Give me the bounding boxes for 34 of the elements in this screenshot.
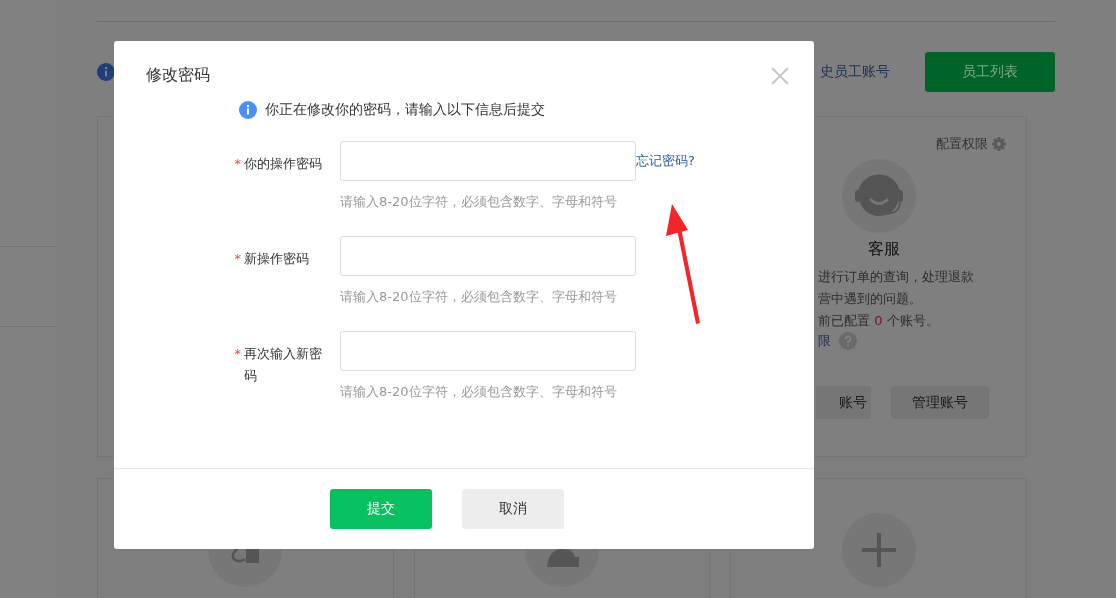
field-label: 再次输入新密码	[244, 345, 324, 385]
password-field[interactable]	[340, 331, 636, 371]
password-field[interactable]	[340, 141, 636, 181]
account-button[interactable]: 管理账号	[891, 386, 989, 419]
field-label: 你的操作密码	[244, 155, 324, 173]
dialog-title: 修改密码	[146, 65, 210, 86]
staff-list-button[interactable]: 员工列表	[925, 52, 1055, 92]
role-title: 客服	[868, 239, 901, 260]
history-staff-link[interactable]: 史员工账号	[820, 63, 890, 81]
plus-icon[interactable]	[841, 513, 916, 587]
required-asterisk: *	[234, 155, 242, 173]
headset-avatar-icon	[842, 159, 916, 233]
close-icon[interactable]	[770, 65, 790, 86]
info-icon	[239, 101, 257, 119]
required-asterisk: *	[234, 345, 242, 363]
notice-text: 你正在修改你的密码，请输入以下信息后提交	[265, 101, 545, 119]
submit-button[interactable]: 提交	[330, 489, 432, 529]
field-label: 新操作密码	[244, 250, 311, 268]
question-icon[interactable]	[839, 332, 857, 350]
account-button[interactable]: 账号	[816, 386, 871, 419]
cancel-button[interactable]: 取消	[462, 489, 564, 529]
required-asterisk: *	[234, 250, 242, 268]
password-field[interactable]	[340, 236, 636, 276]
field-hint: 请输入8-20位字符，必须包含数字、字母和符号	[340, 288, 618, 306]
gear-icon[interactable]	[992, 137, 1006, 151]
forgot-password-link[interactable]: 忘记密码?	[636, 152, 695, 170]
role-description: 进行订单的查询，处理退款	[818, 268, 975, 286]
info-icon	[97, 63, 115, 81]
field-hint: 请输入8-20位字符，必须包含数字、字母和符号	[340, 383, 618, 401]
permission-help-link[interactable]: 限	[818, 332, 831, 350]
role-description: 营中遇到的问题。	[818, 290, 923, 308]
field-hint: 请输入8-20位字符，必须包含数字、字母和符号	[340, 193, 618, 211]
permission-link[interactable]: 配置权限	[936, 135, 988, 153]
account-count-text: 前已配置 0 个账号。	[818, 312, 940, 330]
